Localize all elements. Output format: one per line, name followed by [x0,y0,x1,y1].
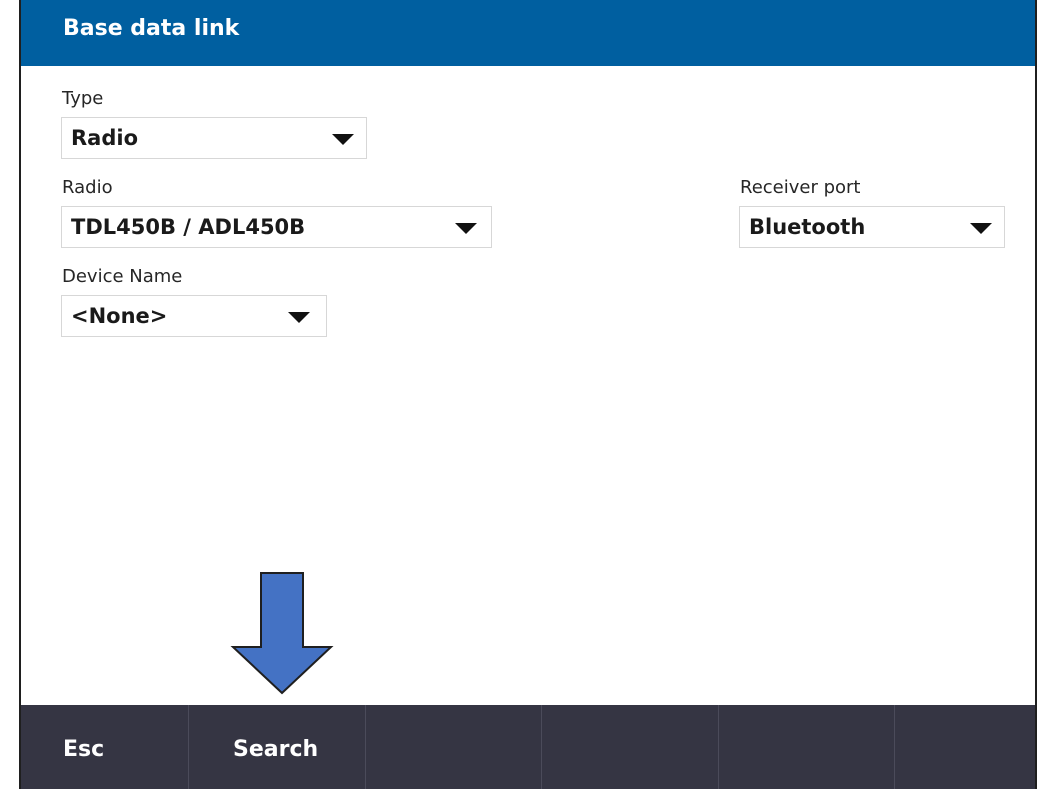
softkey-6[interactable] [895,705,1035,789]
softkey-5[interactable] [719,705,895,789]
receiver-port-label: Receiver port [740,177,861,198]
chevron-down-icon [970,223,992,234]
esc-label: Esc [63,737,105,762]
page-title: Base data link [63,16,240,41]
search-button[interactable]: Search [189,705,366,789]
chevron-down-icon [455,223,477,234]
type-value: Radio [71,126,138,150]
chevron-down-icon [288,312,310,323]
frame-border-left [19,0,21,789]
type-label: Type [62,88,104,109]
radio-dropdown[interactable]: TDL450B / ADL450B [61,206,492,248]
search-label: Search [233,737,319,762]
type-dropdown[interactable]: Radio [61,117,367,159]
frame-border-right [1035,0,1037,789]
down-arrow-icon [230,572,334,695]
app-screen: Base data link Type Radio Radio TDL450B … [0,0,1039,789]
chevron-down-icon [332,134,354,145]
device-name-dropdown[interactable]: <None> [61,295,327,337]
softkey-bar: Esc Search [21,705,1035,789]
radio-value: TDL450B / ADL450B [71,215,306,239]
title-bar: Base data link [21,0,1035,66]
softkey-3[interactable] [366,705,542,789]
esc-button[interactable]: Esc [21,705,189,789]
softkey-4[interactable] [542,705,719,789]
device-name-value: <None> [71,304,168,328]
radio-label: Radio [62,177,113,198]
receiver-port-value: Bluetooth [749,215,866,239]
receiver-port-dropdown[interactable]: Bluetooth [739,206,1005,248]
device-name-label: Device Name [62,266,183,287]
